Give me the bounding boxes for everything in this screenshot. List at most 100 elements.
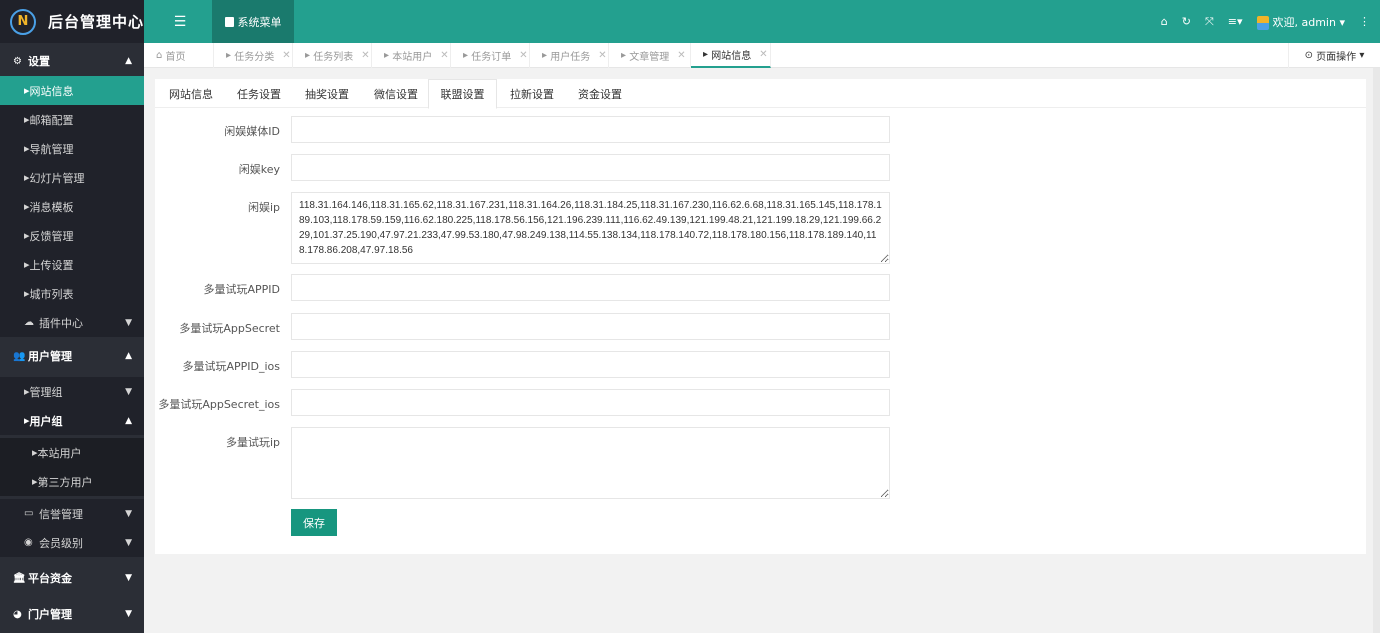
subtab-wechat-settings[interactable]: 微信设置 (374, 79, 418, 108)
sidebar-item-third-party-users[interactable]: ▸ 第三方用户 (0, 467, 144, 496)
close-icon[interactable]: ✕ (759, 49, 767, 60)
subtab-task-settings[interactable]: 任务设置 (237, 79, 281, 108)
sidebar-item-label: 用户组 (29, 414, 63, 428)
tab-user-tasks[interactable]: ▸ 用户任务 ✕ (530, 43, 609, 68)
tab-task-orders[interactable]: ▸ 任务订单 ✕ (451, 43, 530, 68)
sidebar-item-label: 用户管理 (28, 350, 72, 363)
sidebar-item-cities[interactable]: ▸ 城市列表 (0, 279, 144, 308)
list-icon[interactable]: ≡▾ (1228, 15, 1243, 28)
sidebar-item-site-users[interactable]: ▸ 本站用户 (0, 438, 144, 467)
avatar (1256, 15, 1269, 30)
sidebar-item-label: 消息模板 (29, 200, 74, 214)
sidebar-item-label: 邮箱配置 (29, 113, 74, 127)
field-label: 多量试玩AppSecret_ios (158, 398, 280, 411)
sidebar-item-label: 第三方用户 (37, 475, 93, 489)
close-icon[interactable]: ✕ (598, 50, 606, 61)
sidebar-item-upload[interactable]: ▸ 上传设置 (0, 250, 144, 279)
tab-articles[interactable]: ▸ 文章管理 ✕ (609, 43, 691, 68)
page-operations-button[interactable]: ⊙ 页面操作 ▾ (1288, 43, 1380, 68)
sidebar-item-label: 幻灯片管理 (29, 171, 85, 185)
tab-label: 文章管理 (629, 52, 670, 63)
sidebar-item-credit[interactable]: ▭ 信誉管理 ▼ (0, 499, 144, 528)
sidebar-item-slides[interactable]: ▸ 幻灯片管理 (0, 163, 144, 192)
caret-down-icon: ▼ (125, 573, 132, 583)
xianyu-ip-textarea[interactable]: 118.31.164.146,118.31.165.62,118.31.167.… (291, 192, 890, 264)
sidebar-item-label: 本站用户 (37, 446, 82, 460)
duoliang-appsecret-ios-input[interactable] (291, 389, 890, 416)
sidebar-item-member-level[interactable]: ◉ 会员级别 ▼ (0, 528, 144, 557)
sidebar-item-plugins[interactable]: ☁ 插件中心 ▼ (0, 308, 144, 337)
target-icon: ⊙ (1304, 50, 1317, 61)
duoliang-ip-textarea[interactable] (291, 427, 890, 499)
system-menu-button[interactable]: 系统菜单 (212, 0, 294, 43)
sidebar-item-mail[interactable]: ▸ 邮箱配置 (0, 105, 144, 134)
tab-label: 任务列表 (313, 52, 354, 63)
sidebar-item-site-info[interactable]: ▸ 网站信息 (0, 76, 144, 105)
bank-icon: 🏛 (13, 572, 26, 584)
caret-up-icon: ▲ (125, 415, 132, 426)
save-button[interactable]: 保存 (291, 509, 337, 536)
top-bar: N 后台管理中心 ☰ 系统菜单 ⌂ ↻ ⤧ ≡▾ 欢迎, admin ▾ ⋮ (0, 0, 1380, 43)
sidebar-group-funds[interactable]: 🏛 平台资金 ▼ (0, 560, 144, 596)
app-title: 后台管理中心 (48, 13, 145, 31)
subtab-referral-settings[interactable]: 拉新设置 (510, 79, 554, 108)
user-circle-icon: ◉ (24, 537, 33, 548)
sidebar-item-user-groups[interactable]: ▸ 用户组 ▲ (0, 406, 144, 435)
field-label: 闲娱key (238, 163, 280, 176)
tab-task-list[interactable]: ▸ 任务列表 ✕ (293, 43, 372, 68)
close-icon[interactable]: ✕ (519, 50, 527, 61)
sidebar-group-portal[interactable]: ◕ 门户管理 ▼ (0, 596, 144, 632)
close-icon[interactable]: ✕ (440, 50, 448, 61)
tab-site-info[interactable]: ▸ 网站信息 ✕ (691, 43, 771, 68)
caret-down-icon: ▼ (125, 508, 132, 519)
welcome-text: 欢迎, admin (1272, 15, 1336, 29)
home-icon: ⌂ (156, 50, 166, 61)
home-icon[interactable]: ⌂ (1161, 15, 1168, 28)
sidebar-group-settings[interactable]: ⚙ 设置 ▲ (0, 43, 144, 79)
close-icon[interactable]: ✕ (677, 50, 685, 61)
field-label: 多量试玩APPID_ios (182, 360, 280, 373)
refresh-icon[interactable]: ↻ (1182, 15, 1191, 28)
subtab-alliance-settings[interactable]: 联盟设置 (428, 79, 497, 109)
page-ops-label: 页面操作 (1316, 52, 1357, 63)
subtab-lottery-settings[interactable]: 抽奖设置 (305, 79, 349, 108)
sidebar-item-label: 信誉管理 (39, 507, 83, 521)
sidebar-item-admin-groups[interactable]: ▸ 管理组 ▼ (0, 377, 144, 406)
scrollbar[interactable] (1373, 68, 1380, 633)
duoliang-appid-input[interactable] (291, 274, 890, 301)
duoliang-appsecret-input[interactable] (291, 313, 890, 340)
menu-toggle-icon[interactable]: ☰ (150, 0, 210, 43)
gears-icon: ⚙ (13, 55, 22, 67)
sidebar-item-label: 平台资金 (28, 572, 72, 585)
cloud-icon: ☁ (24, 317, 34, 328)
system-menu-label: 系统菜单 (237, 15, 282, 29)
page-tabs: ⌂ 首页 ▸ 任务分类 ✕ ▸ 任务列表 ✕ ▸ 本站用户 ✕ ▸ 任务订单 ✕ ▸ 用… (144, 43, 1380, 68)
tab-home[interactable]: ⌂ 首页 (144, 43, 214, 68)
subtab-fund-settings[interactable]: 资金设置 (578, 79, 622, 108)
more-icon[interactable]: ⋮ (1359, 15, 1370, 28)
field-label: 闲娱ip (247, 201, 280, 214)
settings-card: 网站信息 任务设置 抽奖设置 微信设置 联盟设置 拉新设置 资金设置 闲娱媒体I… (155, 79, 1366, 554)
subtab-site-info[interactable]: 网站信息 (169, 79, 213, 108)
sidebar-item-label: 管理组 (29, 385, 63, 399)
sidebar-item-feedback[interactable]: ▸ 反馈管理 (0, 221, 144, 250)
fullscreen-icon[interactable]: ⤧ (1205, 15, 1214, 29)
xianyu-media-id-input[interactable] (291, 116, 890, 143)
field-label: 多量试玩APPID (203, 283, 280, 296)
tab-label: 任务分类 (234, 52, 275, 63)
tab-label: 首页 (165, 52, 186, 63)
menu-book-icon (224, 16, 234, 27)
id-card-icon: ▭ (24, 508, 34, 519)
close-icon[interactable]: ✕ (282, 50, 290, 61)
duoliang-appid-ios-input[interactable] (291, 351, 890, 378)
sidebar-item-templates[interactable]: ▸ 消息模板 (0, 192, 144, 221)
sidebar-group-users[interactable]: 👥 用户管理 ▲ (0, 338, 144, 374)
xianyu-key-input[interactable] (291, 154, 890, 181)
close-icon[interactable]: ✕ (361, 50, 369, 61)
tab-label: 本站用户 (392, 52, 433, 63)
tab-site-users[interactable]: ▸ 本站用户 ✕ (372, 43, 451, 68)
sidebar-item-nav[interactable]: ▸ 导航管理 (0, 134, 144, 163)
tab-task-categories[interactable]: ▸ 任务分类 ✕ (214, 43, 293, 68)
user-menu[interactable]: 欢迎, admin ▾ (1256, 14, 1345, 30)
caret-down-icon: ▼ (125, 537, 132, 548)
